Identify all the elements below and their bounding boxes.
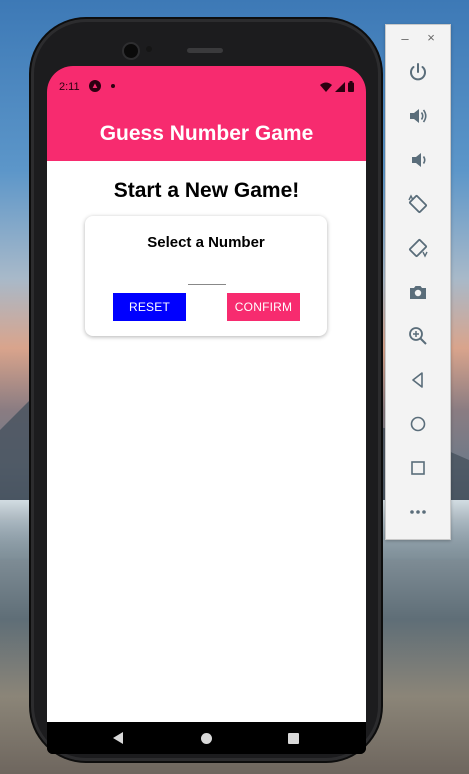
home-icon <box>410 416 426 432</box>
page-title: Start a New Game! <box>113 179 300 202</box>
battery-icon <box>348 81 354 92</box>
status-icons <box>320 81 354 92</box>
zoom-button[interactable] <box>403 321 433 351</box>
power-icon <box>410 63 426 81</box>
rotate-right-icon <box>409 239 428 258</box>
zoom-icon <box>409 327 427 345</box>
back-button[interactable] <box>403 365 433 395</box>
rotate-left-icon <box>408 194 427 213</box>
rotate-left-button[interactable] <box>403 189 433 219</box>
emulator-toolbar: – × <box>385 24 451 540</box>
emulator-window-controls: – × <box>386 30 450 47</box>
more-button[interactable] <box>403 497 433 527</box>
power-button[interactable] <box>403 57 433 87</box>
reset-button[interactable]: RESET <box>113 293 186 321</box>
camera-icon <box>410 286 426 299</box>
phone-frame: 2:11 ▲ Guess Number Game Start a New Gam… <box>34 22 378 758</box>
phone-camera <box>122 42 140 60</box>
confirm-button[interactable]: CONFIRM <box>227 293 300 321</box>
volume-down-icon <box>412 153 426 167</box>
app-title: Guess Number Game <box>99 121 314 145</box>
home-button[interactable] <box>403 409 433 439</box>
card-title: Select a Number <box>147 234 265 251</box>
volume-up-button[interactable] <box>403 101 433 131</box>
volume-down-button[interactable] <box>403 145 433 175</box>
phone-speaker <box>187 48 223 53</box>
overview-button[interactable] <box>403 453 433 483</box>
expo-notification-icon: ▲ <box>89 80 101 92</box>
phone-sensor <box>146 46 152 52</box>
navigation-bar <box>47 722 366 754</box>
back-icon <box>412 372 423 388</box>
nav-recents-icon[interactable] <box>288 733 299 744</box>
nav-back-icon[interactable] <box>113 732 123 744</box>
more-icon <box>410 510 426 514</box>
nav-home-icon[interactable] <box>201 733 212 744</box>
close-icon[interactable]: × <box>426 30 436 45</box>
start-game-screen: Start a New Game! Select a Number RESET … <box>47 161 366 722</box>
signal-icon <box>335 82 345 92</box>
overview-icon <box>411 461 425 475</box>
phone-screen: 2:11 ▲ Guess Number Game Start a New Gam… <box>47 66 366 754</box>
number-input[interactable] <box>188 268 226 285</box>
screenshot-button[interactable] <box>403 277 433 307</box>
status-time: 2:11 <box>59 81 80 93</box>
status-bar: 2:11 ▲ <box>47 66 366 106</box>
volume-up-icon <box>410 109 427 123</box>
wifi-icon <box>320 82 332 92</box>
rotate-right-button[interactable] <box>403 233 433 263</box>
minimize-icon[interactable]: – <box>400 31 410 46</box>
app-bar: Guess Number Game <box>47 106 366 161</box>
notification-dot-icon <box>111 84 115 88</box>
input-card: Select a Number RESET CONFIRM <box>85 216 327 336</box>
